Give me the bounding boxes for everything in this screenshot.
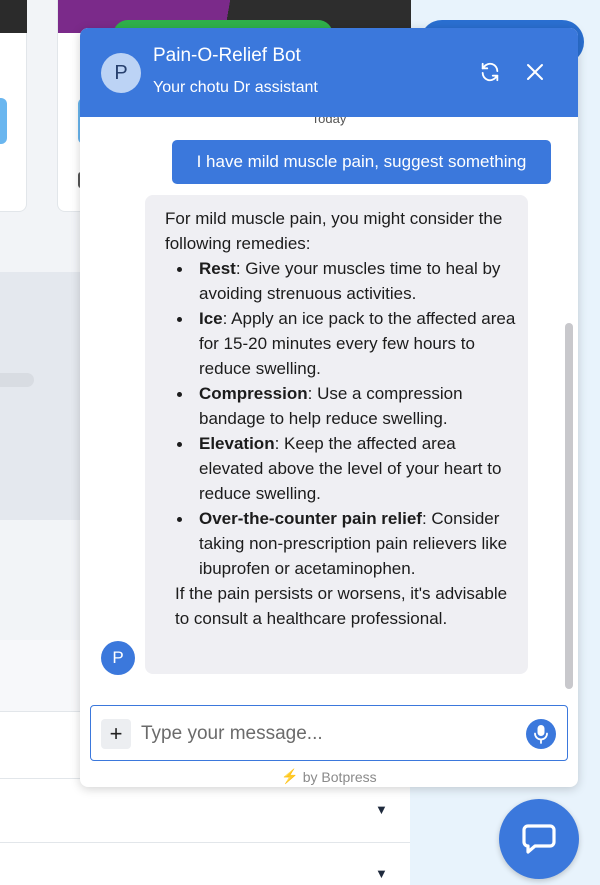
bot-name: Pain-O-Relief Bot <box>153 45 301 66</box>
refresh-icon <box>481 62 499 82</box>
voice-input-button[interactable] <box>526 719 556 749</box>
date-separator: Today <box>311 117 347 126</box>
bot-message: For mild muscle pain, you might consider… <box>145 195 528 674</box>
remedy-title: Compression <box>199 384 308 403</box>
chat-launcher-button[interactable] <box>499 799 579 879</box>
remedy-text: : Give your muscles time to heal by avoi… <box>199 259 501 303</box>
message-scrollbar[interactable] <box>565 323 573 689</box>
list-item: Rest: Give your muscles time to heal by … <box>175 256 518 306</box>
remedy-title: Ice <box>199 309 223 328</box>
powered-by-label: by Botpress <box>302 768 377 785</box>
card-image-strip <box>0 0 27 33</box>
bot-message-intro: For mild muscle pain, you might consider… <box>165 209 503 253</box>
add-attachment-button[interactable]: + <box>101 719 131 749</box>
bot-message-avatar: P <box>101 641 135 675</box>
plus-icon: + <box>109 721 123 746</box>
bot-description: Your chotu Dr assistant <box>153 79 318 96</box>
message-composer: + <box>90 705 568 761</box>
remedy-text: : Apply an ice pack to the affected area… <box>199 309 516 378</box>
list-item: Ice: Apply an ice pack to the affected a… <box>175 306 518 381</box>
microphone-icon <box>534 725 548 744</box>
card-button[interactable] <box>0 98 7 144</box>
remedy-title: Elevation <box>199 434 275 453</box>
chat-bubble-icon <box>522 824 556 854</box>
powered-by[interactable]: ⚡ by Botpress <box>80 768 578 785</box>
list-item: Over-the-counter pain relief: Consider t… <box>175 506 518 581</box>
bolt-icon: ⚡ <box>281 768 299 784</box>
chat-header: P Pain-O-Relief Bot Your chotu Dr assist… <box>80 28 578 117</box>
list-item: Elevation: Keep the affected area elevat… <box>175 431 518 506</box>
remedy-list: Rest: Give your muscles time to heal by … <box>165 256 518 581</box>
background-card-left <box>0 0 27 212</box>
message-input[interactable] <box>141 716 511 752</box>
list-item: Compression: Use a compression bandage t… <box>175 381 518 431</box>
background-panel-bar <box>0 373 34 387</box>
chat-widget: P Pain-O-Relief Bot Your chotu Dr assist… <box>80 28 578 787</box>
remedy-title: Over-the-counter pain relief <box>199 509 422 528</box>
close-chat-button[interactable] <box>523 60 547 84</box>
table-row-divider <box>0 842 410 843</box>
table-row-expand-icon[interactable]: ▼ <box>375 866 388 881</box>
remedy-title: Rest <box>199 259 236 278</box>
bot-avatar: P <box>101 53 141 93</box>
refresh-conversation-button[interactable] <box>478 60 502 84</box>
user-message: I have mild muscle pain, suggest somethi… <box>172 140 551 184</box>
table-row-expand-icon[interactable]: ▼ <box>375 802 388 817</box>
close-icon <box>527 64 543 80</box>
bot-message-closing: If the pain persists or worsens, it's ad… <box>175 584 508 628</box>
message-list: Today I have mild muscle pain, suggest s… <box>80 117 578 697</box>
